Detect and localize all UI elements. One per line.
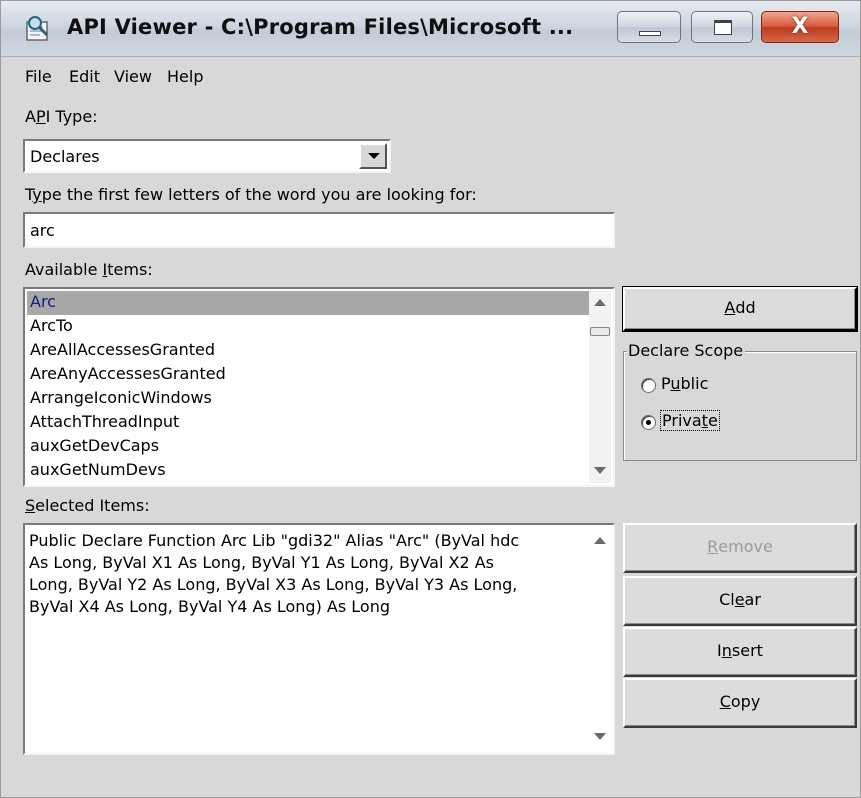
label-part: sert [731, 641, 763, 660]
label-part: elected Items: [35, 496, 150, 515]
label-accel: n [721, 641, 732, 660]
combo-dropdown-button[interactable] [359, 143, 387, 169]
label-accel: P [35, 107, 46, 126]
maximize-button[interactable] [691, 11, 753, 43]
private-radio[interactable] [641, 415, 656, 430]
label-accel: e [734, 590, 745, 609]
selected-items-text: Public Declare Function Arc Lib "gdi32" … [29, 531, 520, 616]
list-item[interactable]: AreAllAccessesGranted [27, 339, 589, 363]
declare-scope-legend: Declare Scope [627, 341, 746, 360]
textarea-scrollbar[interactable] [589, 527, 611, 751]
close-icon: X [791, 14, 809, 39]
search-input[interactable]: arc [23, 212, 615, 248]
insert-button-label: Insert [717, 629, 763, 673]
clear-button[interactable]: Clear [623, 576, 857, 626]
list-item[interactable]: AreAnyAccessesGranted [27, 363, 589, 387]
menu-bar: File Edit View Help [1, 57, 860, 95]
api-viewer-window: API Viewer - C:\Program Files\Microsoft … [0, 0, 861, 798]
selected-items-textarea[interactable]: Public Declare Function Arc Lib "gdi32" … [23, 523, 615, 755]
label-part: I Type: [45, 107, 98, 126]
scroll-thumb[interactable] [590, 327, 610, 336]
list-item[interactable]: AttachThreadInput [27, 411, 589, 435]
remove-button-label: Remove [707, 525, 773, 569]
radio-selected-dot [646, 420, 651, 425]
chevron-down-icon [368, 153, 380, 159]
add-button-label: Add [724, 289, 755, 327]
api-type-value: Declares [30, 147, 100, 166]
clear-button-label: Clear [719, 578, 761, 622]
remove-button[interactable]: Remove [623, 523, 857, 573]
selected-items-label: Selected Items: [25, 496, 150, 515]
scroll-up-icon[interactable] [594, 537, 606, 544]
list-item[interactable]: auxGetDevCaps [27, 435, 589, 459]
available-items-label: Available Items: [25, 260, 153, 279]
public-radio-label[interactable]: Public [661, 374, 708, 393]
api-type-label: API Type: [25, 107, 98, 126]
add-button[interactable]: Add [623, 287, 857, 331]
available-items-list[interactable]: Arc ArcTo AreAllAccessesGranted AreAnyAc… [23, 287, 615, 487]
menu-view[interactable]: View [114, 67, 152, 86]
label-accel: C [719, 692, 731, 711]
list-scrollbar[interactable] [589, 291, 611, 483]
declare-scope-group [623, 351, 857, 461]
label-part: opy [730, 692, 761, 711]
menu-edit[interactable]: Edit [69, 67, 100, 86]
scroll-down-icon[interactable] [594, 733, 606, 740]
label-part: A [25, 107, 36, 126]
api-type-combo[interactable]: Declares [23, 139, 391, 173]
label-part: blic [680, 374, 709, 393]
menu-help[interactable]: Help [167, 67, 203, 86]
copy-button-label: Copy [720, 680, 761, 724]
minimize-icon [639, 31, 661, 36]
scroll-down-icon[interactable] [594, 467, 606, 474]
copy-button[interactable]: Copy [623, 678, 857, 728]
search-value: arc [30, 221, 55, 240]
minimize-button[interactable] [617, 11, 681, 43]
label-part: P [661, 374, 671, 393]
list-item[interactable]: Arc [27, 291, 589, 315]
search-label: Type the first few letters of the word y… [25, 185, 477, 204]
label-part: dd [735, 298, 756, 317]
list-item[interactable]: ArrangeIconicWindows [27, 387, 589, 411]
label-accel: A [724, 298, 736, 317]
label-part: emove [718, 537, 773, 556]
insert-button[interactable]: Insert [623, 627, 857, 677]
maximize-icon [714, 20, 732, 35]
magnifier-document-icon [26, 16, 49, 41]
label-accel: S [25, 496, 36, 515]
label-part: e [707, 411, 718, 430]
menu-file[interactable]: File [25, 67, 52, 86]
label-accel: y [32, 185, 42, 204]
public-radio[interactable] [641, 378, 656, 393]
label-part: ar [744, 590, 761, 609]
list-item[interactable]: ArcTo [27, 315, 589, 339]
scroll-up-icon[interactable] [594, 299, 606, 306]
list-item[interactable]: auxGetNumDevs [27, 459, 589, 483]
label-accel: u [670, 374, 681, 393]
private-radio-label[interactable]: Private [660, 410, 720, 431]
label-part: pe the first few letters of the word you… [41, 185, 477, 204]
label-part: tems: [107, 260, 153, 279]
label-part: Priva [662, 411, 702, 430]
window-title: API Viewer - C:\Program Files\Microsoft … [67, 15, 574, 39]
close-button[interactable]: X [761, 11, 839, 43]
label-accel: R [707, 537, 719, 556]
label-part: Cl [719, 590, 735, 609]
title-bar[interactable]: API Viewer - C:\Program Files\Microsoft … [1, 1, 860, 57]
label-part: Available [25, 260, 103, 279]
